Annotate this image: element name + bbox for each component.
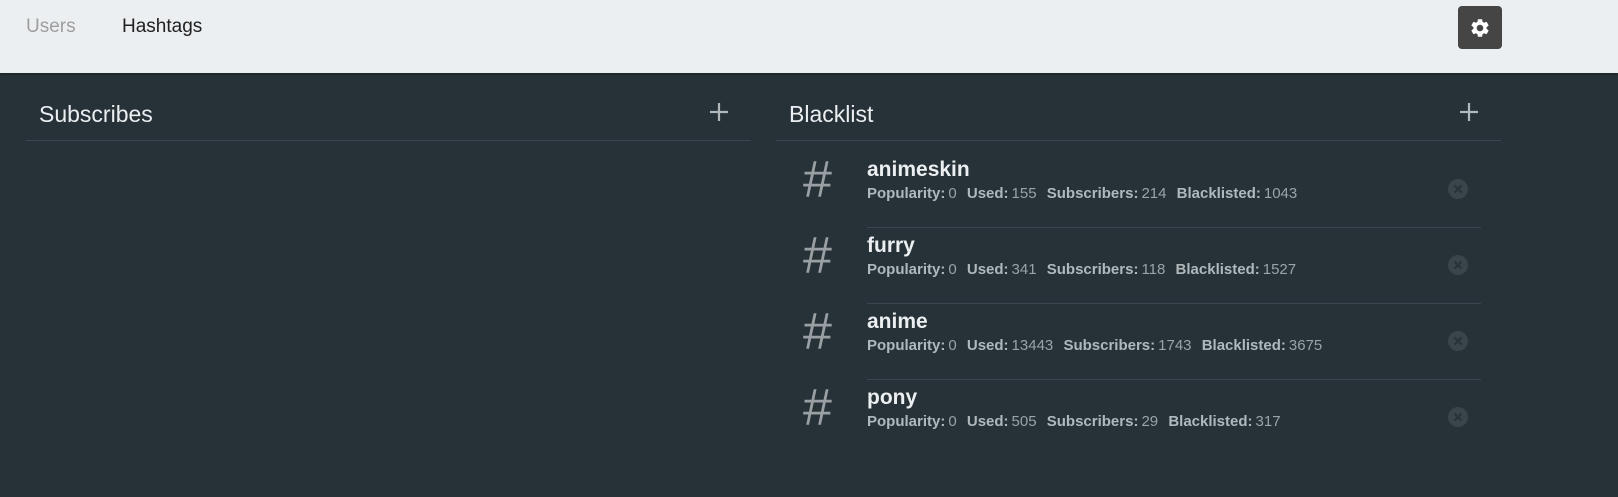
popularity-label: Popularity: bbox=[867, 337, 946, 354]
popularity-value: 0 bbox=[948, 413, 957, 430]
blacklist-panel: Blacklist # animeskin Popularity: 0 Used:… bbox=[776, 96, 1501, 436]
hash-icon: # bbox=[803, 379, 832, 437]
blacklisted-value: 3675 bbox=[1288, 337, 1323, 354]
add-subscribe-button[interactable] bbox=[705, 98, 733, 126]
blacklisted-value: 1043 bbox=[1263, 185, 1298, 202]
popularity-value: 0 bbox=[948, 185, 957, 202]
hashtag-name[interactable]: animeskin bbox=[867, 158, 970, 182]
gear-icon bbox=[1471, 18, 1489, 37]
list-item[interactable]: # animeskin Popularity: 0 Used: 155 Subscr… bbox=[776, 152, 1481, 228]
close-circle-icon bbox=[1448, 407, 1468, 427]
used-value: 155 bbox=[1011, 185, 1037, 202]
tab-users[interactable]: Users bbox=[26, 16, 76, 38]
subscribers-label: Subscribers: bbox=[1063, 337, 1156, 354]
subscribers-label: Subscribers: bbox=[1046, 413, 1139, 430]
blacklisted-label: Blacklisted: bbox=[1175, 261, 1260, 278]
popularity-label: Popularity: bbox=[867, 261, 946, 278]
blacklisted-value: 1527 bbox=[1262, 261, 1297, 278]
hashtag-stats: Popularity: 0 Used: 13443 Subscribers: 1743… bbox=[867, 337, 1328, 355]
used-value: 505 bbox=[1011, 413, 1037, 430]
plus-icon bbox=[1460, 103, 1478, 121]
remove-button[interactable] bbox=[1447, 330, 1469, 352]
subscribes-panel: Subscribes bbox=[26, 96, 751, 141]
subscribes-title: Subscribes bbox=[39, 101, 153, 127]
blacklisted-label: Blacklisted: bbox=[1176, 185, 1261, 202]
hashtag-name[interactable]: anime bbox=[867, 310, 928, 334]
hash-icon: # bbox=[803, 151, 832, 209]
used-label: Used: bbox=[966, 337, 1009, 354]
used-label: Used: bbox=[966, 413, 1009, 430]
popularity-value: 0 bbox=[948, 337, 957, 354]
hash-icon: # bbox=[803, 227, 832, 285]
blacklist-title: Blacklist bbox=[789, 101, 874, 127]
list-item[interactable]: # anime Popularity: 0 Used: 13443 Subscrib… bbox=[776, 304, 1481, 380]
subscribers-value: 1743 bbox=[1158, 337, 1192, 354]
tab-hashtags[interactable]: Hashtags bbox=[122, 16, 202, 38]
remove-button[interactable] bbox=[1447, 178, 1469, 200]
subscribers-value: 214 bbox=[1141, 185, 1167, 202]
list-item[interactable]: # furry Popularity: 0 Used: 341 Subscriber… bbox=[776, 228, 1481, 304]
hashtag-stats: Popularity: 0 Used: 505 Subscribers: 29 Bla… bbox=[867, 413, 1287, 431]
used-value: 13443 bbox=[1011, 337, 1054, 354]
close-circle-icon bbox=[1448, 179, 1468, 199]
close-circle-icon bbox=[1448, 331, 1468, 351]
blacklist-header: Blacklist bbox=[776, 96, 1501, 141]
top-navigation-bar: Users Hashtags bbox=[0, 0, 1618, 73]
blacklisted-value: 317 bbox=[1255, 413, 1281, 430]
close-circle-icon bbox=[1448, 255, 1468, 275]
subscribers-value: 118 bbox=[1141, 261, 1166, 278]
subscribes-header: Subscribes bbox=[26, 96, 751, 141]
subscribers-value: 29 bbox=[1141, 413, 1159, 430]
used-label: Used: bbox=[966, 185, 1009, 202]
hashtag-stats: Popularity: 0 Used: 155 Subscribers: 214 Bl… bbox=[867, 185, 1303, 203]
settings-button[interactable] bbox=[1458, 6, 1502, 49]
add-blacklist-button[interactable] bbox=[1455, 98, 1483, 126]
hash-icon: # bbox=[803, 303, 832, 361]
list-item[interactable]: # pony Popularity: 0 Used: 505 Subscribers… bbox=[776, 380, 1481, 456]
popularity-label: Popularity: bbox=[867, 413, 946, 430]
used-label: Used: bbox=[966, 261, 1009, 278]
hashtag-name[interactable]: pony bbox=[867, 386, 917, 410]
hashtag-name[interactable]: furry bbox=[867, 234, 915, 258]
popularity-value: 0 bbox=[948, 261, 957, 278]
blacklisted-label: Blacklisted: bbox=[1201, 337, 1286, 354]
hashtag-stats: Popularity: 0 Used: 341 Subscribers: 118 Bl… bbox=[867, 261, 1302, 279]
blacklisted-label: Blacklisted: bbox=[1168, 413, 1253, 430]
remove-button[interactable] bbox=[1447, 254, 1469, 276]
used-value: 341 bbox=[1011, 261, 1037, 278]
plus-icon bbox=[710, 103, 728, 121]
subscribers-label: Subscribers: bbox=[1046, 185, 1139, 202]
subscribers-label: Subscribers: bbox=[1046, 261, 1139, 278]
remove-button[interactable] bbox=[1447, 406, 1469, 428]
popularity-label: Popularity: bbox=[867, 185, 946, 202]
blacklist-list: # animeskin Popularity: 0 Used: 155 Subscr… bbox=[776, 152, 1481, 456]
